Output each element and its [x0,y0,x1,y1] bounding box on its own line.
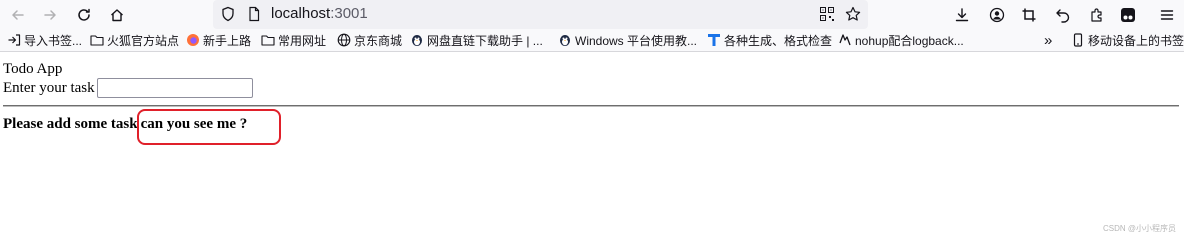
folder-icon [261,33,275,47]
puzzle-icon [1091,7,1102,22]
reload-icon [78,8,90,21]
screenshot-button[interactable] [1016,0,1042,29]
back-arrow-icon [12,9,24,20]
bookmark-getting-started[interactable]: 新手上路 [186,31,251,49]
home-button[interactable] [104,0,130,29]
horizontal-rule [3,105,1179,107]
crop-icon [1022,8,1036,21]
url-host: localhost [271,5,331,22]
browser-toolbar: localhost:3001 [0,0,1184,29]
link-icon [838,33,852,47]
bookmark-mobile[interactable]: 移动设备上的书签 [1071,31,1184,49]
task-input[interactable] [97,78,253,98]
bookmark-import[interactable]: 导入书签... [7,31,82,49]
bookmark-label: Windows 平台使用教... [575,33,698,48]
shield-icon[interactable] [220,6,236,27]
home-icon [111,8,123,21]
bookmark-label: 导入书签... [24,33,83,48]
bookmark-windows-tutorial[interactable]: Windows 平台使用教... [558,31,697,49]
bookmark-netdisk-helper[interactable]: 网盘直链下载助手 | ... [410,31,543,49]
watermark: CSDN @小小程序员 [1102,224,1176,233]
bookmark-label: 各种生成、格式检查 [724,33,833,48]
undo-button[interactable] [1050,0,1076,29]
account-button[interactable] [984,0,1010,29]
bookmark-label: 常用网址 [278,33,327,48]
firefox-icon [186,33,200,47]
bookmarks-overflow-button[interactable]: » [1044,31,1052,49]
bookmark-label: 火狐官方站点 [107,33,180,48]
reload-button[interactable] [71,0,97,29]
address-bar[interactable]: localhost:3001 [213,0,868,29]
bookmark-label: 京东商城 [354,33,403,48]
t-icon [707,33,721,47]
bookmark-label: 移动设备上的书签 [1088,33,1184,48]
tampermonkey-icon [1121,7,1135,22]
page-content: Todo App Enter your task Please add some… [0,52,1184,240]
bookmark-label: 网盘直链下载助手 | ... [427,33,543,48]
qr-code-icon[interactable] [819,6,835,27]
menu-button[interactable] [1154,0,1180,29]
task-input-label: Enter your task [3,80,95,96]
mobile-device-icon [1071,33,1085,47]
penguin-icon [558,33,572,47]
app-title: Todo App [3,61,63,77]
extensions-button[interactable] [1084,0,1110,29]
chevron-double-right-icon: » [1044,31,1053,49]
import-icon [7,33,21,47]
red-highlight-annotation [137,109,281,145]
undo-icon [1056,8,1070,23]
message-text: Please add some task [3,116,138,132]
account-icon [989,7,1005,22]
url-port: :3001 [330,5,368,22]
bookmark-star-icon[interactable] [845,6,861,27]
back-button[interactable] [5,0,31,29]
bookmark-common-sites[interactable]: 常用网址 [261,31,326,49]
bookmark-label: nohup配合logback... [855,33,964,48]
penguin-icon [410,33,424,47]
bookmarks-toolbar: 导入书签... 火狐官方站点 新手上路 常用网址 京东商城 网盘直链下载助手 |… [0,29,1184,52]
bookmark-jd[interactable]: 京东商城 [337,31,402,49]
bookmark-nohup-logback[interactable]: nohup配合logback... [838,31,964,49]
downloads-button[interactable] [949,0,975,29]
download-icon [955,7,969,21]
bookmark-label: 新手上路 [203,33,252,48]
hamburger-icon [1160,9,1174,20]
bookmark-generators[interactable]: 各种生成、格式检查 [707,31,832,49]
tampermonkey-button[interactable] [1115,0,1141,29]
globe-icon [337,33,351,47]
url-text[interactable]: localhost:3001 [271,5,368,22]
page-info-icon[interactable] [246,6,262,27]
forward-arrow-icon [44,9,56,20]
forward-button[interactable] [37,0,63,29]
bookmark-firefox-official[interactable]: 火狐官方站点 [90,31,179,49]
folder-icon [90,33,104,47]
